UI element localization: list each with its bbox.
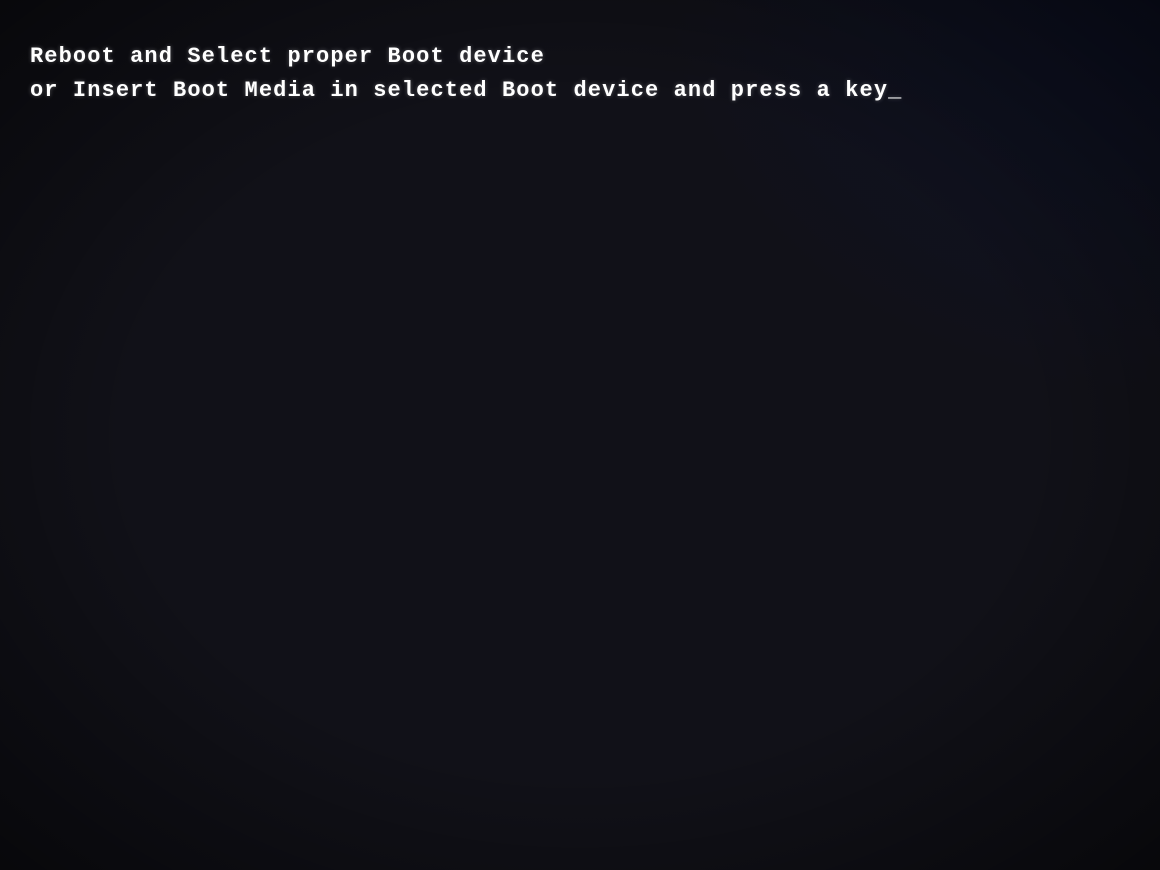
boot-line-1: Reboot and Select proper Boot device — [30, 40, 902, 74]
boot-message-area: Reboot and Select proper Boot device or … — [20, 30, 912, 118]
bios-screen: Reboot and Select proper Boot device or … — [0, 0, 1160, 870]
boot-line-2: or Insert Boot Media in selected Boot de… — [30, 74, 902, 108]
